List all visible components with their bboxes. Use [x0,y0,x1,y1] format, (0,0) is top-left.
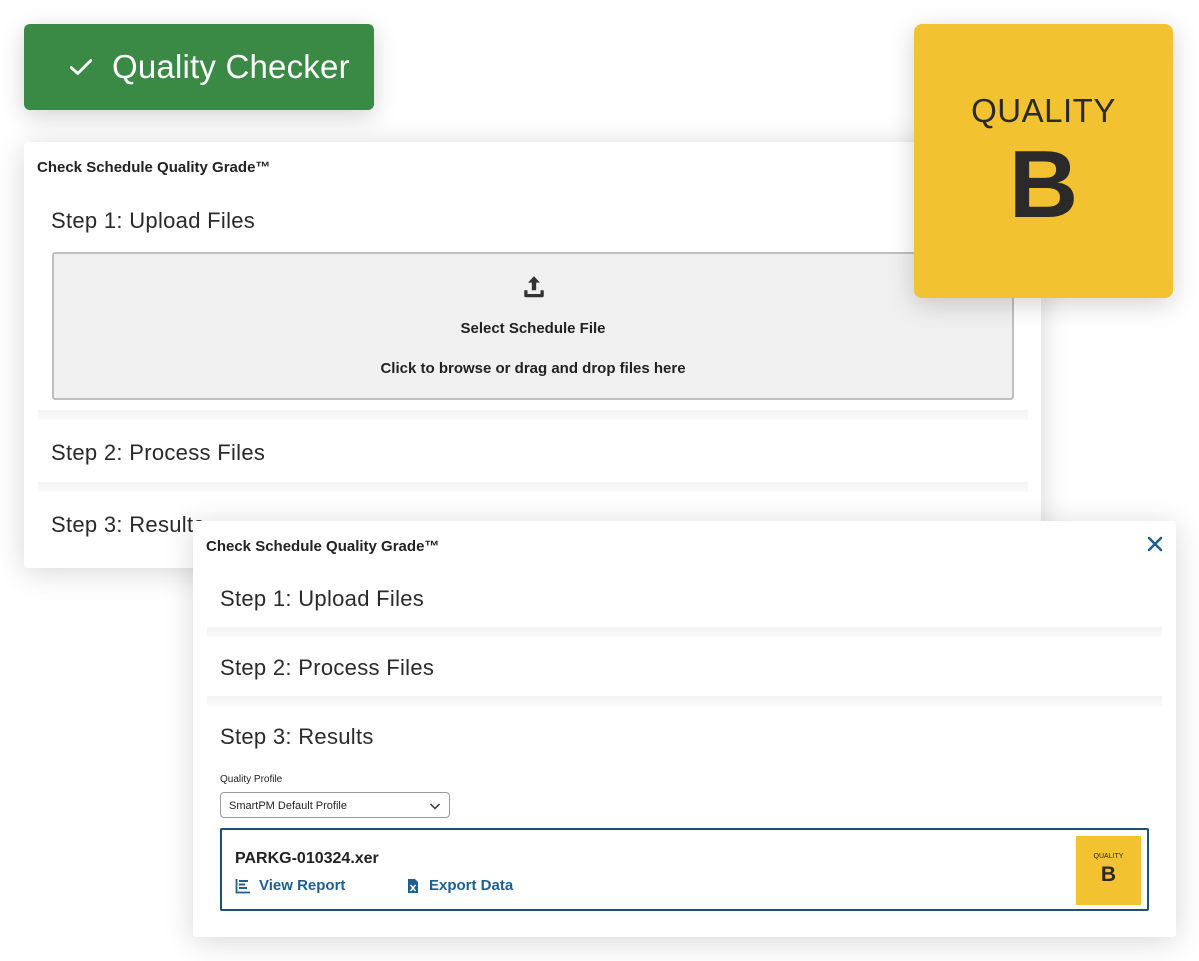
result-card: PARKG-010324.xer View Report Export Data… [220,828,1149,911]
chevron-down-icon [429,803,441,810]
quality-grade: B [1100,863,1117,886]
check-icon [69,59,93,75]
quality-label: QUALITY [971,92,1116,129]
step-1-heading[interactable]: Step 1: Upload Files [220,586,424,612]
dropzone-hint: Click to browse or drag and drop files h… [380,360,686,377]
divider [38,482,1028,492]
quality-grade: B [1008,131,1079,238]
file-dropzone[interactable]: Select Schedule File Click to browse or … [52,252,1014,400]
quality-label: QUALITY [1093,853,1124,860]
view-report-label: View Report [259,877,346,894]
divider [207,627,1162,637]
quality-profile-label: Quality Profile [220,774,283,785]
step-3-heading[interactable]: Step 3: Results [51,512,205,538]
export-data-link[interactable]: Export Data [405,877,513,894]
selected-profile: SmartPM Default Profile [229,800,347,812]
panel-title: Check Schedule Quality Grade™ [37,159,271,176]
divider [207,696,1162,706]
quality-profile-select[interactable]: SmartPM Default Profile [220,792,450,818]
result-filename: PARKG-010324.xer [235,850,379,867]
export-data-label: Export Data [429,877,514,894]
panel-title: Check Schedule Quality Grade™ [206,538,440,555]
quality-grade-badge: QUALITY B [914,24,1173,298]
file-excel-icon [408,878,418,893]
step-3-heading[interactable]: Step 3: Results [220,724,374,750]
chart-icon [235,878,250,893]
step-1-heading[interactable]: Step 1: Upload Files [51,208,255,234]
step-2-heading[interactable]: Step 2: Process Files [220,655,434,681]
quality-checker-badge: Quality Checker [24,24,374,110]
results-panel: Check Schedule Quality Grade™ Step 1: Up… [193,521,1176,937]
step-2-heading[interactable]: Step 2: Process Files [51,440,265,466]
upload-icon [524,276,544,298]
close-icon[interactable] [1146,535,1164,553]
view-report-link[interactable]: View Report [235,877,345,894]
quality-grade-badge-small: QUALITY B [1076,836,1141,905]
dropzone-title: Select Schedule File [460,320,606,337]
upload-panel: Check Schedule Quality Grade™ Step 1: Up… [24,142,1041,568]
badge-title: Quality Checker [112,48,350,85]
divider [38,410,1028,420]
